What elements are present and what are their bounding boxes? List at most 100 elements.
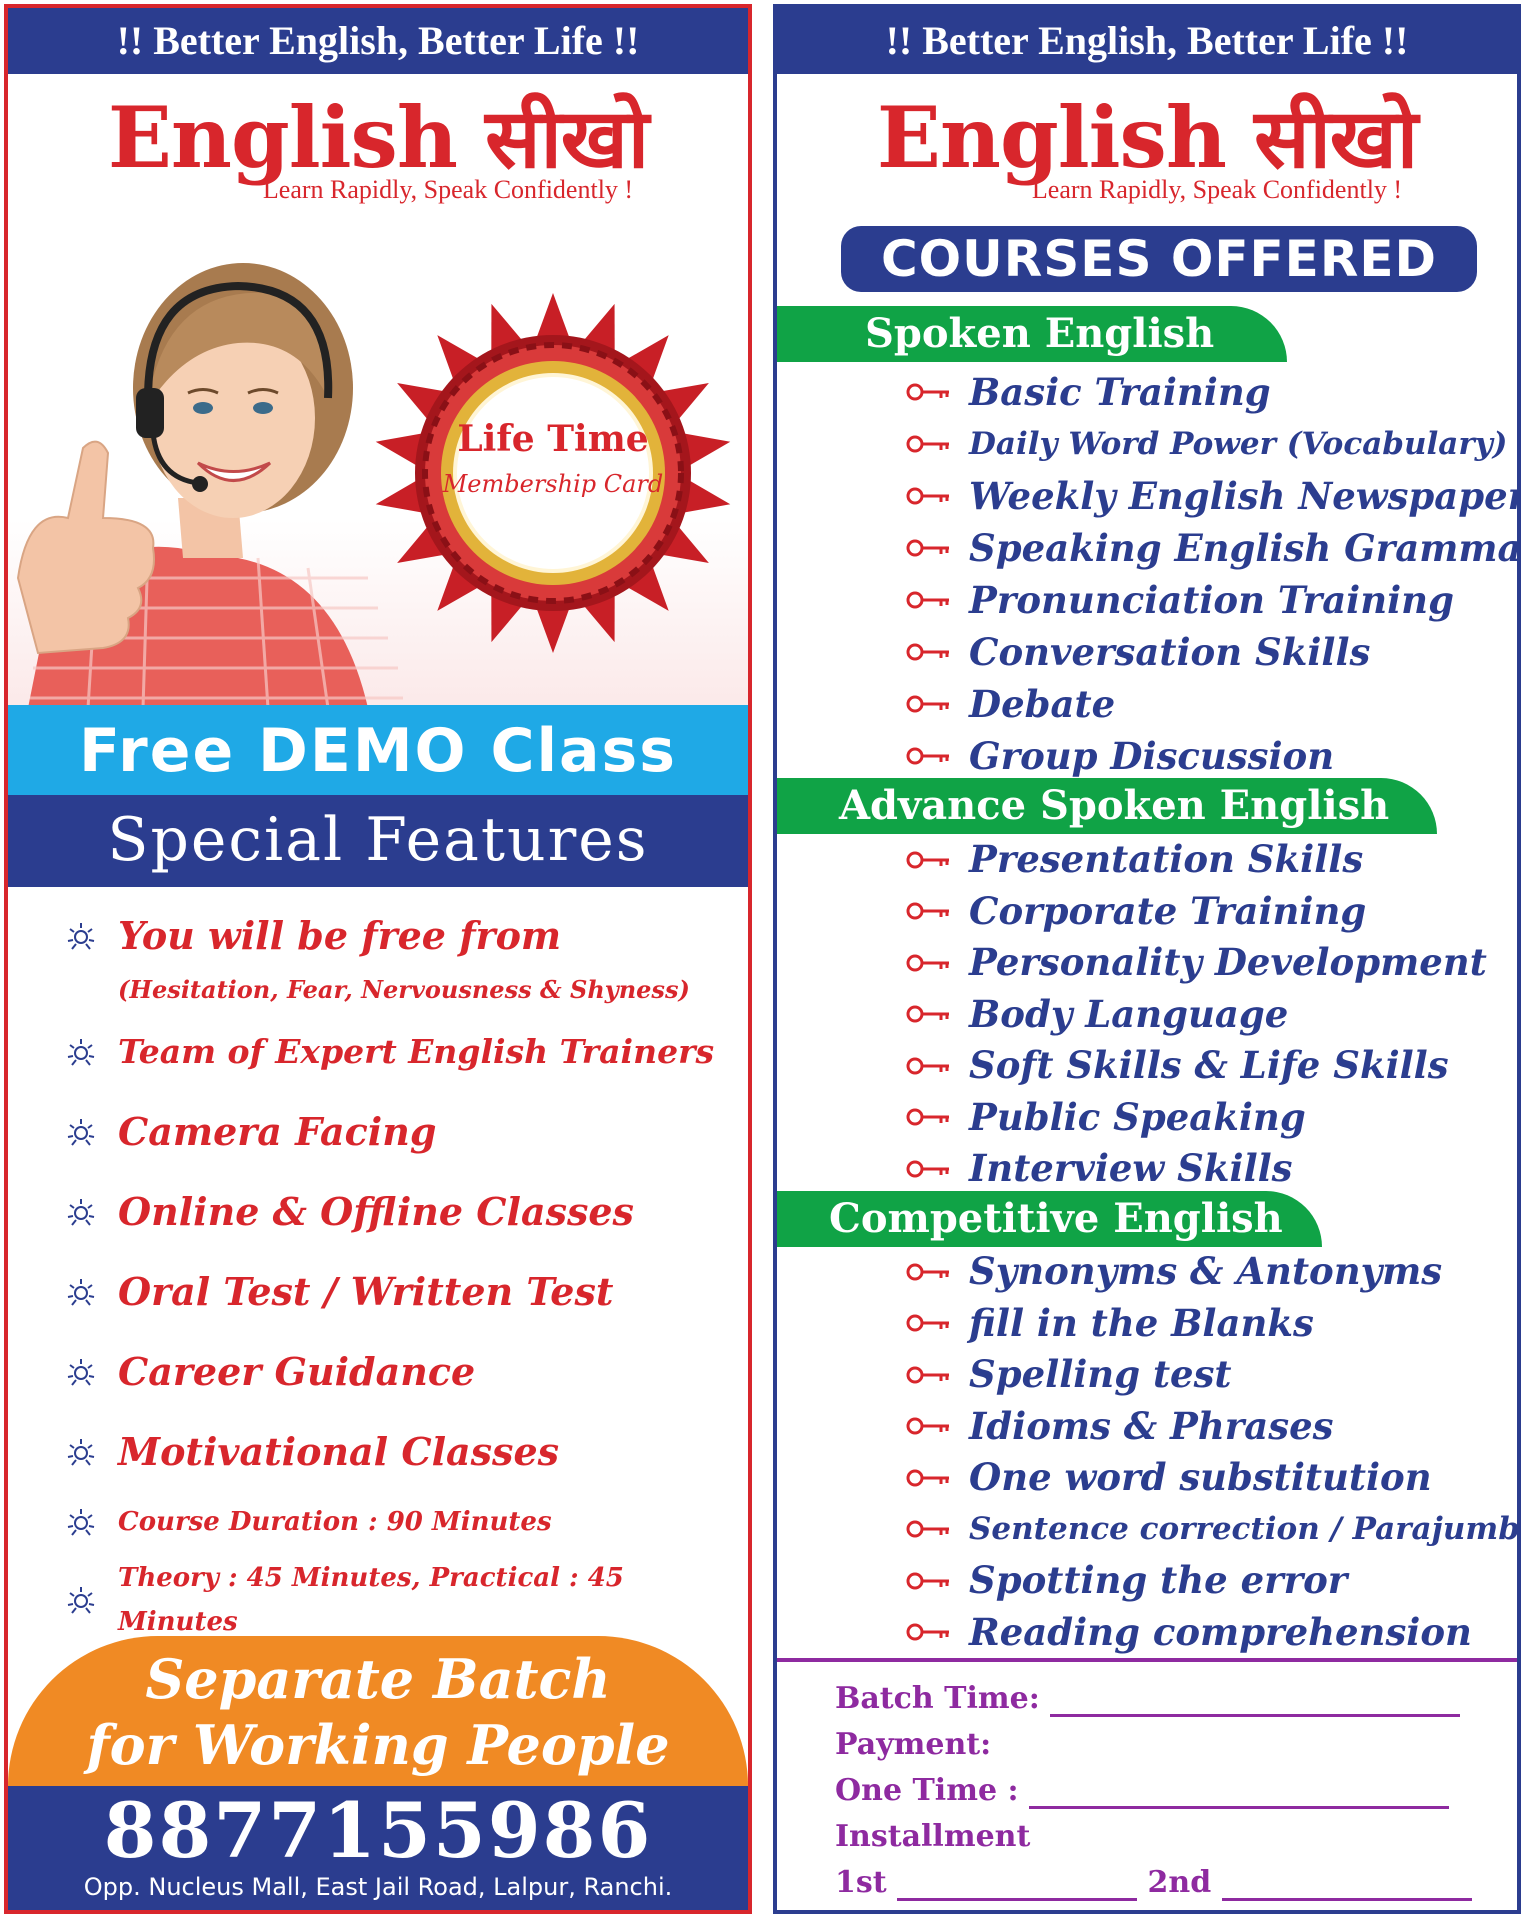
right-flyer-panel: !! Better English, Better Life !! Englis… — [773, 4, 1521, 1914]
feature-item: (Hesitation, Fear, Nervousness & Shyness… — [66, 970, 746, 1010]
category-heading: Spoken English — [777, 306, 1287, 362]
hero-image: Life Time Membership Card — [8, 238, 748, 708]
separate-batch-banner: Separate Batch for Working People — [8, 1636, 748, 1786]
installment-fields-row: 1st 2nd — [835, 1860, 1475, 1906]
feature-item: Theory : 45 Minutes, Practical : 45 Minu… — [66, 1556, 746, 1644]
sun-bullet-icon — [67, 1039, 95, 1066]
batch-time-field[interactable] — [1050, 1684, 1461, 1717]
key-bullet-icon — [906, 1623, 949, 1641]
courses-offered-heading: COURSES OFFERED — [841, 226, 1477, 292]
feature-item: Online & Offline Classes — [66, 1184, 746, 1240]
feature-item: Career Guidance — [66, 1344, 746, 1400]
badge-life-time: Life Time — [457, 418, 649, 460]
course-item-label: Soft Skills & Life Skills — [969, 1043, 1449, 1087]
top-banner: !! Better English, Better Life !! — [8, 8, 748, 74]
course-item: Body Language — [905, 989, 1517, 1041]
second-installment-field[interactable] — [1221, 1868, 1472, 1901]
installment-label: Installment — [835, 1819, 1031, 1854]
first-installment-field[interactable] — [897, 1868, 1138, 1901]
brand-english: English — [107, 88, 458, 187]
brand-logo: English सीखो Learn Rapidly, Speak Confid… — [777, 88, 1517, 205]
course-item-label: Personality Development — [969, 940, 1487, 984]
feature-text: You will be free from — [118, 913, 562, 958]
key-bullet-icon — [906, 591, 949, 609]
sun-bullet-icon — [67, 1509, 95, 1536]
course-item: Debate — [905, 678, 1517, 730]
one-time-field[interactable] — [1029, 1776, 1449, 1809]
key-bullet-icon — [906, 851, 949, 869]
feature-item: Camera Facing — [66, 1104, 746, 1160]
course-item: Interview Skills — [905, 1143, 1517, 1195]
contact-bar: 8877155986 Opp. Nucleus Mall, East Jail … — [8, 1786, 748, 1910]
course-item-label: Body Language — [969, 991, 1289, 1036]
course-item: Personality Development — [905, 937, 1517, 989]
features-list: You will be free from (Hesitation, Fear, … — [66, 908, 746, 1644]
divider — [777, 1658, 1517, 1662]
feature-text: Online & Offline Classes — [118, 1189, 634, 1234]
batch-time-row: Batch Time: — [835, 1676, 1475, 1722]
installment-row: Installment — [835, 1814, 1475, 1860]
batch-time-label: Batch Time: — [835, 1681, 1040, 1716]
course-item-label: Speaking English Grammar — [969, 526, 1521, 570]
one-time-row: One Time : — [835, 1768, 1475, 1814]
sun-bullet-icon — [67, 1279, 95, 1306]
feature-text: Oral Test / Written Test — [118, 1269, 614, 1314]
course-item-label: Presentation Skills — [969, 837, 1364, 881]
course-item: fill in the Blanks — [905, 1298, 1517, 1350]
key-bullet-icon — [906, 1263, 949, 1281]
key-bullet-icon — [906, 1108, 949, 1126]
key-bullet-icon — [906, 383, 949, 401]
key-bullet-icon — [906, 902, 949, 920]
course-item-label: fill in the Blanks — [969, 1300, 1314, 1345]
course-item: Conversation Skills — [905, 626, 1517, 678]
phone-number[interactable]: 8877155986 — [8, 1786, 748, 1872]
feature-text: Team of Expert English Trainers — [118, 1032, 715, 1071]
category-heading: Competitive English — [777, 1191, 1322, 1247]
woman-with-headset-illustration — [16, 263, 403, 708]
course-list: Basic Training Daily Word Power (Vocabula… — [905, 366, 1521, 782]
course-item-label: Spotting the error — [969, 1558, 1348, 1602]
brand-title: English सीखो — [777, 88, 1517, 189]
key-bullet-icon — [906, 1417, 949, 1435]
course-item-label: Pronunciation Training — [969, 578, 1454, 622]
course-item: Spotting the error — [905, 1555, 1517, 1607]
course-item: Soft Skills & Life Skills — [905, 1040, 1517, 1092]
key-bullet-icon — [906, 747, 949, 765]
feature-text: Camera Facing — [118, 1109, 437, 1154]
key-bullet-icon — [906, 1366, 949, 1384]
batch-line-2: for Working People — [86, 1713, 670, 1777]
course-item: Pronunciation Training — [905, 574, 1517, 626]
course-item-label: Synonyms & Antonyms — [969, 1249, 1443, 1293]
course-item: Basic Training — [905, 366, 1517, 418]
brand-title: English सीखो — [8, 88, 748, 189]
course-item-label: Weekly English Newspaper — [969, 474, 1521, 518]
key-bullet-icon — [906, 539, 949, 557]
sun-bullet-icon — [67, 1439, 95, 1466]
course-item-label: Debate — [969, 682, 1116, 726]
feature-text: Motivational Classes — [118, 1429, 560, 1474]
brand-logo: English सीखो Learn Rapidly, Speak Confid… — [8, 88, 748, 205]
course-item: Corporate Training — [905, 886, 1517, 938]
course-item-label: Spelling test — [969, 1352, 1232, 1396]
sun-bullet-icon — [67, 1359, 95, 1386]
one-time-label: One Time : — [835, 1773, 1019, 1808]
course-item: Public Speaking — [905, 1092, 1517, 1144]
sun-bullet-icon — [67, 923, 95, 950]
course-item-label: Daily Word Power (Vocabulary) — [969, 426, 1508, 462]
key-bullet-icon — [906, 1057, 949, 1075]
course-item-label: One word substitution — [969, 1455, 1432, 1499]
course-item: Speaking English Grammar — [905, 522, 1521, 574]
brand-hindi: सीखो — [485, 91, 649, 187]
course-item: Synonyms & Antonyms — [905, 1246, 1517, 1298]
brand-english: English — [876, 88, 1227, 187]
key-bullet-icon — [906, 695, 949, 713]
course-list: Presentation Skills Corporate Training Per… — [905, 834, 1517, 1195]
course-item-label: Interview Skills — [969, 1146, 1293, 1190]
brand-hindi: सीखो — [1254, 91, 1418, 187]
course-item-label: Group Discussion — [969, 734, 1335, 778]
course-item: One word substitution — [905, 1452, 1517, 1504]
feature-item: Team of Expert English Trainers — [66, 1024, 746, 1080]
key-bullet-icon — [906, 1005, 949, 1023]
course-item-label: Public Speaking — [969, 1094, 1306, 1139]
course-item-label: Conversation Skills — [969, 630, 1371, 674]
